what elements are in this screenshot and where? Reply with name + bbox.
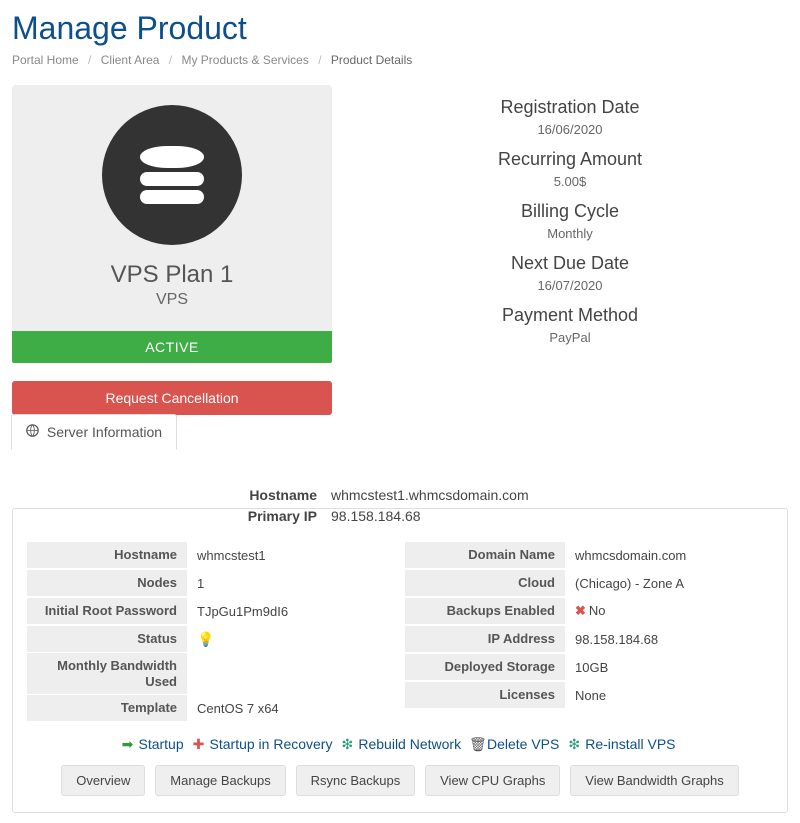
- status-badge: ACTIVE: [12, 331, 332, 363]
- globe-icon: [26, 424, 43, 440]
- lbl-backups: Backups Enabled: [405, 598, 565, 624]
- label-reg-date: Registration Date: [352, 97, 788, 118]
- tab-server-info[interactable]: Server Information: [11, 414, 177, 450]
- lightbulb-icon: 💡: [197, 631, 214, 647]
- crumb-home[interactable]: Portal Home: [12, 53, 79, 67]
- label-recurring: Recurring Amount: [352, 149, 788, 170]
- label-due: Next Due Date: [352, 253, 788, 274]
- value-recurring: 5.00$: [352, 174, 788, 189]
- link-rebuild-network[interactable]: Rebuild Network: [358, 736, 461, 752]
- crumb-sep: /: [88, 53, 91, 67]
- trash-icon: 🗑: [469, 736, 483, 753]
- crumb-current: Product Details: [331, 53, 412, 67]
- crumb-sep: /: [169, 53, 172, 67]
- lbl-hostname: Hostname: [27, 485, 317, 506]
- val-ip: 98.158.184.68: [565, 627, 773, 652]
- lbl-primary-ip: Primary IP: [27, 506, 317, 527]
- view-bandwidth-graphs-button[interactable]: View Bandwidth Graphs: [570, 765, 739, 796]
- label-method: Payment Method: [352, 305, 788, 326]
- lbl-bw: Monthly Bandwidth Used: [27, 653, 187, 694]
- lbl-template: Template: [27, 695, 187, 721]
- val-domain: whmcsdomain.com: [565, 543, 773, 568]
- database-icon: [102, 105, 242, 245]
- link-reinstall-vps[interactable]: Re-install VPS: [585, 736, 675, 752]
- crumb-client[interactable]: Client Area: [101, 53, 160, 67]
- page-title: Manage Product: [12, 10, 788, 47]
- breadcrumb: Portal Home / Client Area / My Products …: [12, 53, 788, 67]
- val-primary-ip: 98.158.184.68: [331, 506, 529, 527]
- tab-label: Server Information: [47, 424, 162, 440]
- link-delete-vps[interactable]: Delete VPS: [487, 736, 559, 752]
- lbl-ip: IP Address: [405, 626, 565, 652]
- crumb-sep: /: [318, 53, 321, 67]
- value-method: PayPal: [352, 330, 788, 345]
- link-startup[interactable]: Startup: [138, 736, 183, 752]
- lbl-nodes: Nodes: [27, 570, 187, 596]
- value-cycle: Monthly: [352, 226, 788, 241]
- lbl-status: Status: [27, 626, 187, 652]
- view-cpu-graphs-button[interactable]: View CPU Graphs: [425, 765, 560, 796]
- request-cancellation-button[interactable]: Request Cancellation: [12, 381, 332, 415]
- val-hostname: whmcstest1.whmcsdomain.com: [331, 485, 529, 506]
- lbl-storage: Deployed Storage: [405, 654, 565, 680]
- refresh-icon: ❇: [340, 736, 354, 753]
- lbl-licenses: Licenses: [405, 682, 565, 708]
- manage-backups-button[interactable]: Manage Backups: [155, 765, 285, 796]
- overview-button[interactable]: Overview: [61, 765, 145, 796]
- plus-icon: ✚: [192, 736, 206, 753]
- x-icon: ✖: [575, 603, 586, 618]
- rsync-backups-button[interactable]: Rsync Backups: [296, 765, 416, 796]
- reinstall-icon: ❇: [567, 736, 581, 753]
- product-category: VPS: [28, 291, 316, 309]
- val-backups: No: [589, 603, 606, 618]
- lbl-domain: Domain Name: [405, 542, 565, 568]
- crumb-products[interactable]: My Products & Services: [181, 53, 308, 67]
- val-host: whmcstest1: [187, 543, 395, 568]
- product-card: VPS Plan 1 VPS ACTIVE Request Cancellati…: [12, 85, 332, 415]
- lbl-host: Hostname: [27, 542, 187, 568]
- val-licenses: None: [565, 683, 773, 708]
- val-rootpw: TJpGu1Pm9dI6: [187, 599, 395, 624]
- lbl-rootpw: Initial Root Password: [27, 598, 187, 624]
- billing-panel: Registration Date 16/06/2020 Recurring A…: [352, 85, 788, 357]
- val-storage: 10GB: [565, 655, 773, 680]
- button-row: Overview Manage Backups Rsync Backups Vi…: [27, 765, 773, 796]
- val-template: CentOS 7 x64: [187, 696, 395, 721]
- val-bw: [187, 669, 395, 679]
- label-cycle: Billing Cycle: [352, 201, 788, 222]
- lbl-cloud: Cloud: [405, 570, 565, 596]
- action-links: ➡Startup ✚Startup in Recovery ❇Rebuild N…: [27, 736, 773, 753]
- val-cloud: (Chicago) - Zone A: [565, 571, 773, 596]
- arrow-right-icon: ➡: [120, 736, 134, 753]
- val-nodes: 1: [187, 571, 395, 596]
- value-due: 16/07/2020: [352, 278, 788, 293]
- link-startup-recovery[interactable]: Startup in Recovery: [210, 736, 333, 752]
- product-name: VPS Plan 1: [28, 261, 316, 289]
- value-reg-date: 16/06/2020: [352, 122, 788, 137]
